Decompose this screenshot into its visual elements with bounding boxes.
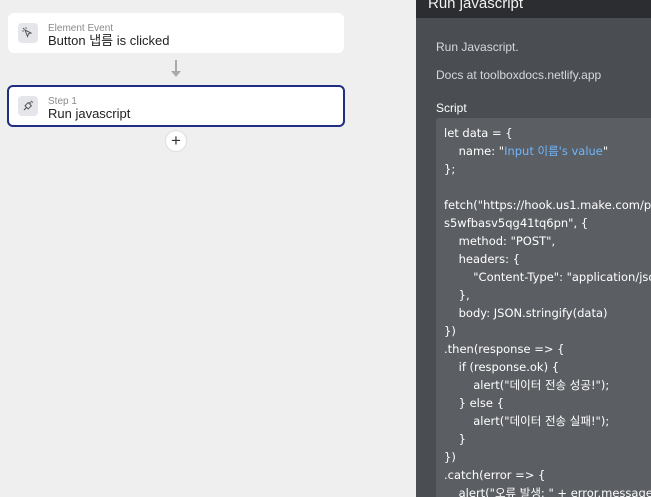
add-step-button[interactable]: + <box>166 131 186 151</box>
code-line: }, <box>444 288 470 302</box>
properties-panel: Run javascript Run Javascript. Docs at t… <box>416 0 651 497</box>
code-line: alert("데이터 전송 실패!"); <box>444 414 610 428</box>
event-title: Button 냅름 is clicked <box>48 33 170 48</box>
panel-header: Run javascript <box>416 0 651 18</box>
panel-title: Run javascript <box>428 0 524 12</box>
code-line: fetch("https://hook.us1.make.com/pg <box>444 198 651 212</box>
docs-link[interactable]: Docs at toolboxdocs.netlify.app <box>436 68 601 82</box>
step-card[interactable]: Step 1 Run javascript <box>7 85 345 127</box>
connector-arrow-icon <box>171 71 181 77</box>
code-line: alert("오류 발생: " + error.message); <box>444 486 651 497</box>
code-line: headers: { <box>444 252 520 266</box>
code-line: .catch(error => { <box>444 468 546 482</box>
script-label: Script <box>436 101 467 115</box>
code-line: method: "POST", <box>444 234 556 248</box>
workflow-canvas: Element Event Button 냅름 is clicked Step … <box>0 0 416 497</box>
cursor-click-icon <box>18 23 38 43</box>
code-line: alert("데이터 전송 성공!"); <box>444 378 610 392</box>
code-line: }; <box>444 162 456 176</box>
plug-icon <box>18 96 38 116</box>
code-line: }) <box>444 450 456 464</box>
code-line: } <box>444 432 466 446</box>
code-line: if (response.ok) { <box>444 360 560 374</box>
step-title: Run javascript <box>48 106 131 121</box>
code-line: }) <box>444 324 456 338</box>
code-line: body: JSON.stringify(data) <box>444 306 608 320</box>
code-line: .then(response => { <box>444 342 565 356</box>
code-line: s5wfbasv5qg41tq6pn", { <box>444 216 589 230</box>
panel-description: Run Javascript. <box>436 40 519 54</box>
code-line: "Content-Type": "application/json <box>444 270 651 284</box>
code-line: name: "Input 이름's value" <box>444 144 609 158</box>
code-line: } else { <box>444 396 504 410</box>
element-event-card[interactable]: Element Event Button 냅름 is clicked <box>8 13 344 53</box>
script-code[interactable]: let data = { name: "Input 이름's value"}; … <box>436 118 651 497</box>
script-editor[interactable]: let data = { name: "Input 이름's value"}; … <box>436 118 651 497</box>
dynamic-expression[interactable]: Input 이름's value <box>504 144 603 158</box>
code-line: let data = { <box>444 126 513 140</box>
